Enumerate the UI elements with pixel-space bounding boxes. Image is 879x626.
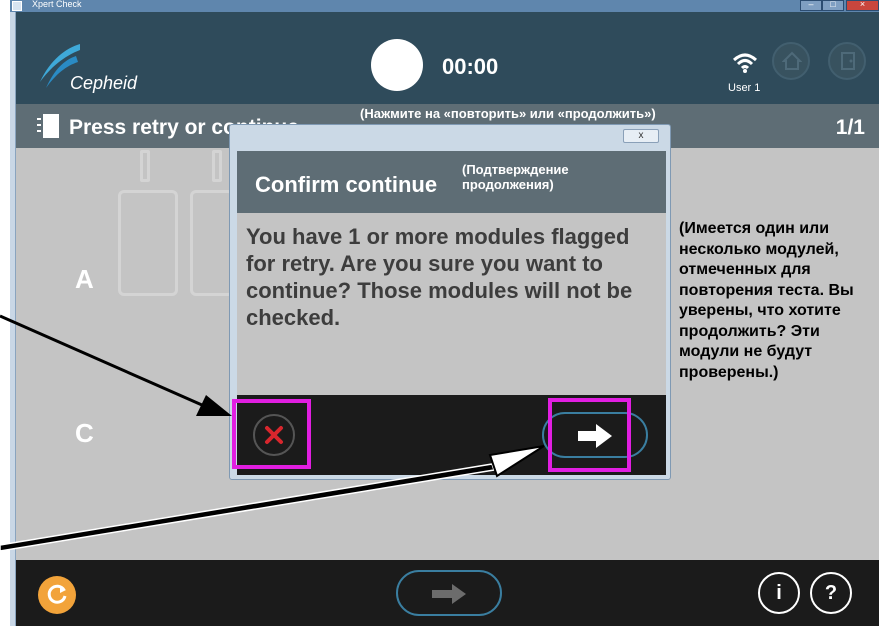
dialog-header: Confirm continue (Подтверждение продолже… <box>237 151 666 213</box>
window-maximize-button[interactable]: □ <box>822 0 844 11</box>
window-title: Xpert Check <box>32 0 82 9</box>
timer: 00:00 <box>442 54 499 79</box>
dialog-title: Confirm continue <box>255 172 438 197</box>
page-title-translation: (Нажмите на «повторить» или «продолжить»… <box>360 106 656 121</box>
dialog-title-translation: (Подтверждение продолжения) <box>462 162 569 192</box>
window-close-button[interactable]: × <box>846 0 879 11</box>
module-slot[interactable] <box>190 190 234 296</box>
home-icon <box>782 51 802 70</box>
info-button[interactable]: i <box>758 572 800 614</box>
retry-button[interactable] <box>38 576 76 614</box>
user-label: User 1 <box>728 82 761 94</box>
app-window-icon <box>12 1 22 11</box>
wifi-icon <box>732 53 758 73</box>
retry-icon <box>47 584 67 604</box>
arrow-right-icon <box>432 584 466 604</box>
dialog-close-button[interactable]: x <box>623 129 659 143</box>
cancel-highlight <box>232 399 311 469</box>
home-button[interactable] <box>772 42 810 80</box>
app-header: Cepheid 00:00 User 1 <box>16 12 879 104</box>
dialog-message: You have 1 or more modules flagged for r… <box>246 224 633 330</box>
page-counter: 1/1 <box>835 116 865 139</box>
bottom-toolbar: i ? <box>16 560 879 626</box>
clipboard-icon <box>37 114 59 138</box>
annotation-translation: (Имеется один или несколько модулей, отм… <box>679 220 854 381</box>
row-label-c: C <box>75 418 94 448</box>
window-titlebar: Xpert Check – □ × <box>10 0 879 12</box>
continue-highlight <box>548 398 631 472</box>
app-window: Xpert Check – □ × Cepheid 00:00 User 1 P… <box>0 0 879 626</box>
logo-text: Cepheid <box>70 73 138 93</box>
module-slot <box>212 150 222 182</box>
exit-icon <box>841 52 855 70</box>
module-slot[interactable] <box>118 190 178 296</box>
module-slot <box>140 150 150 182</box>
next-button[interactable] <box>396 570 502 616</box>
help-button[interactable]: ? <box>810 572 852 614</box>
window-minimize-button[interactable]: – <box>800 0 822 11</box>
run-status-indicator <box>371 39 423 91</box>
dialog-body: You have 1 or more modules flagged for r… <box>237 213 666 395</box>
exit-button[interactable] <box>828 42 866 80</box>
row-label-a: A <box>75 264 94 294</box>
dialog-titlebar: x <box>230 125 670 149</box>
